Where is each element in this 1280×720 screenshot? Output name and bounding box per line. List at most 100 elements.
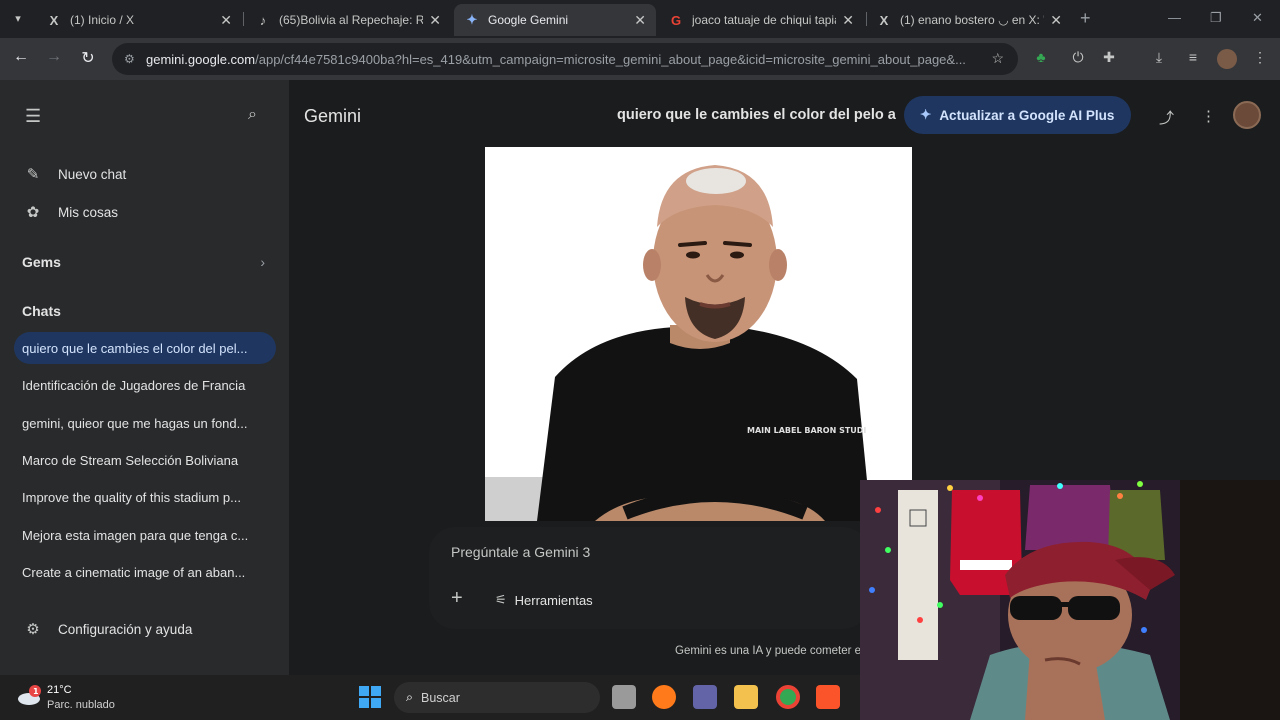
taskbar-search-label: Buscar bbox=[421, 690, 460, 705]
chrome-icon[interactable] bbox=[776, 685, 800, 709]
weather-cloud-icon[interactable]: 1 bbox=[16, 683, 42, 707]
weather-temperature[interactable]: 21°C bbox=[47, 684, 72, 696]
ai-disclaimer: Gemini es una IA y puede cometer e bbox=[675, 645, 862, 657]
upgrade-label: Actualizar a Google AI Plus bbox=[939, 107, 1115, 123]
weather-description[interactable]: Parc. nublado bbox=[47, 699, 115, 711]
browser-menu-icon[interactable]: ⋮ bbox=[1250, 49, 1270, 66]
chat-item[interactable]: quiero que le cambies el color del pel..… bbox=[14, 332, 276, 364]
task-view-icon[interactable] bbox=[612, 685, 636, 709]
tab-title: (65)Bolivia al Repechaje: Re bbox=[279, 13, 424, 27]
browser-tab-strip: ▾ X (1) Inicio / X ✕ ♪ (65)Bolivia al Re… bbox=[0, 0, 1280, 38]
google-icon: G bbox=[670, 12, 682, 28]
close-tab-icon[interactable]: ✕ bbox=[1050, 12, 1062, 29]
prompt-composer[interactable]: Pregúntale a Gemini 3 + ⚟ Herramientas bbox=[429, 527, 869, 629]
tab-title: (1) Inicio / X bbox=[70, 13, 135, 27]
chat-item[interactable]: gemini, quieor que me hagas un fond... bbox=[14, 407, 276, 439]
url-host: gemini.google.com bbox=[146, 51, 256, 67]
brave-icon[interactable] bbox=[816, 685, 840, 709]
chat-item[interactable]: Marco de Stream Selección Boliviana bbox=[14, 444, 276, 476]
search-icon: ⌕ bbox=[406, 690, 414, 704]
conversation-title[interactable]: quiero que le cambies el color del pelo … bbox=[617, 107, 896, 123]
shirt-print-text: MAIN LABEL BARON STUDI bbox=[747, 426, 866, 435]
portrait-illustration: MAIN LABEL BARON STUDI bbox=[485, 147, 912, 521]
chevron-right-icon[interactable]: › bbox=[260, 254, 265, 270]
chat-item[interactable]: Mejora esta imagen para que tenga c... bbox=[14, 519, 276, 551]
x-logo-icon: X bbox=[879, 12, 889, 28]
extensions-puzzle-icon[interactable]: ✚ bbox=[1099, 49, 1119, 66]
taskbar-search[interactable]: ⌕ Buscar bbox=[394, 682, 600, 713]
gemini-icon: ✦ bbox=[466, 12, 478, 27]
tab-divider bbox=[243, 12, 244, 26]
url-path: /app/cf44e7581c9400ba?hl=es_419&utm_camp… bbox=[255, 51, 966, 67]
firefox-icon[interactable] bbox=[652, 685, 676, 709]
gear-icon: ⚙ bbox=[26, 621, 40, 638]
extension-off-icon[interactable]: ⏻ bbox=[1068, 49, 1088, 66]
my-stuff-label: Mis cosas bbox=[58, 204, 119, 220]
tab-tiktok-bolivia[interactable]: ♪ (65)Bolivia al Repechaje: Re ✕ bbox=[245, 4, 451, 36]
edit-square-icon: ✎ bbox=[26, 166, 40, 183]
tab-title: joaco tatuaje de chiqui tapia bbox=[692, 13, 837, 27]
tab-search-chevron-icon[interactable]: ▾ bbox=[8, 9, 28, 29]
extension-clover-icon[interactable]: ♣ bbox=[1031, 49, 1051, 65]
settings-help-button[interactable]: ⚙ Configuración y ayuda bbox=[22, 620, 192, 638]
tools-label: Herramientas bbox=[514, 592, 593, 608]
address-bar[interactable]: ⚙ gemini.google.com /app/cf44e7581c9400b… bbox=[112, 43, 1018, 75]
shapes-icon: ✿ bbox=[26, 204, 40, 221]
gemini-brand[interactable]: Gemini bbox=[304, 106, 361, 127]
tab-google-gemini[interactable]: ✦ Google Gemini ✕ bbox=[454, 4, 656, 36]
chat-item[interactable]: Create a cinematic image of an aban... bbox=[14, 556, 276, 588]
file-explorer-icon[interactable] bbox=[734, 685, 758, 709]
site-settings-icon[interactable]: ⚙ bbox=[124, 52, 146, 66]
windows-taskbar: 1 21°C Parc. nublado ⌕ Buscar bbox=[0, 675, 860, 720]
tools-button[interactable]: ⚟ Herramientas bbox=[495, 592, 593, 608]
close-tab-icon[interactable]: ✕ bbox=[634, 12, 646, 29]
tiktok-icon: ♪ bbox=[259, 12, 267, 28]
gems-heading[interactable]: Gems bbox=[22, 254, 61, 270]
browser-toolbar: ← → ↻ ⚙ gemini.google.com /app/cf44e7581… bbox=[0, 38, 1280, 80]
new-tab-plus-icon[interactable]: + bbox=[1080, 8, 1091, 29]
media-control-icon[interactable]: ≡ bbox=[1183, 49, 1203, 65]
webcam-overlay bbox=[860, 480, 1280, 720]
tune-sliders-icon: ⚟ bbox=[495, 592, 507, 607]
new-chat-button[interactable]: ✎ Nuevo chat bbox=[22, 165, 127, 183]
windows-start-icon[interactable] bbox=[358, 685, 382, 709]
close-tab-icon[interactable]: ✕ bbox=[429, 12, 441, 29]
close-tab-icon[interactable]: ✕ bbox=[842, 12, 854, 29]
close-tab-icon[interactable]: ✕ bbox=[220, 12, 232, 29]
sparkle-icon: ✦ bbox=[920, 107, 932, 122]
streamer-webcam-image bbox=[860, 480, 1280, 720]
minimize-window-icon[interactable]: — bbox=[1168, 10, 1181, 25]
tab-title: (1) enano bostero ◡ en X: " bbox=[900, 13, 1045, 27]
upgrade-ai-plus-button[interactable]: ✦ Actualizar a Google AI Plus bbox=[904, 96, 1131, 134]
share-icon[interactable]: ⤴ bbox=[1159, 107, 1174, 128]
x-logo-icon: X bbox=[49, 12, 59, 28]
close-window-icon[interactable]: ✕ bbox=[1252, 10, 1263, 26]
new-chat-label: Nuevo chat bbox=[58, 166, 127, 182]
svg-text:1: 1 bbox=[33, 687, 39, 696]
tab-title: Google Gemini bbox=[488, 13, 569, 27]
restore-window-icon[interactable]: ❐ bbox=[1210, 10, 1222, 26]
profile-avatar-icon[interactable] bbox=[1217, 49, 1237, 69]
chat-item[interactable]: Improve the quality of this stadium p... bbox=[14, 481, 276, 513]
more-options-icon[interactable]: ⋮ bbox=[1201, 107, 1216, 125]
bookmark-star-icon[interactable]: ☆ bbox=[991, 50, 1004, 67]
tab-x-enano[interactable]: X (1) enano bostero ◡ en X: " ✕ bbox=[866, 4, 1072, 36]
tab-google-search[interactable]: G joaco tatuaje de chiqui tapia ✕ bbox=[658, 4, 864, 36]
generated-image[interactable]: MAIN LABEL BARON STUDI bbox=[485, 147, 912, 521]
account-avatar[interactable] bbox=[1233, 101, 1261, 129]
back-arrow-icon[interactable]: ← bbox=[10, 48, 32, 66]
tab-x-inicio[interactable]: X (1) Inicio / X ✕ bbox=[36, 4, 242, 36]
my-stuff-button[interactable]: ✿ Mis cosas bbox=[22, 203, 118, 221]
sidebar: ☰ ⌕ ✎ Nuevo chat ✿ Mis cosas Gems › Chat… bbox=[0, 80, 289, 675]
forward-arrow-icon[interactable]: → bbox=[43, 48, 65, 66]
teams-icon[interactable] bbox=[693, 685, 717, 709]
downloads-icon[interactable]: ⤓ bbox=[1149, 49, 1169, 66]
reload-icon[interactable]: ↻ bbox=[77, 48, 99, 68]
chat-item[interactable]: Identificación de Jugadores de Francia bbox=[14, 369, 276, 401]
settings-help-label: Configuración y ayuda bbox=[58, 621, 193, 637]
add-attachment-icon[interactable]: + bbox=[451, 587, 463, 610]
chats-heading: Chats bbox=[22, 303, 61, 319]
main-menu-icon[interactable]: ☰ bbox=[25, 106, 41, 127]
search-icon[interactable]: ⌕ bbox=[248, 106, 257, 124]
prompt-input[interactable]: Pregúntale a Gemini 3 bbox=[451, 544, 590, 560]
